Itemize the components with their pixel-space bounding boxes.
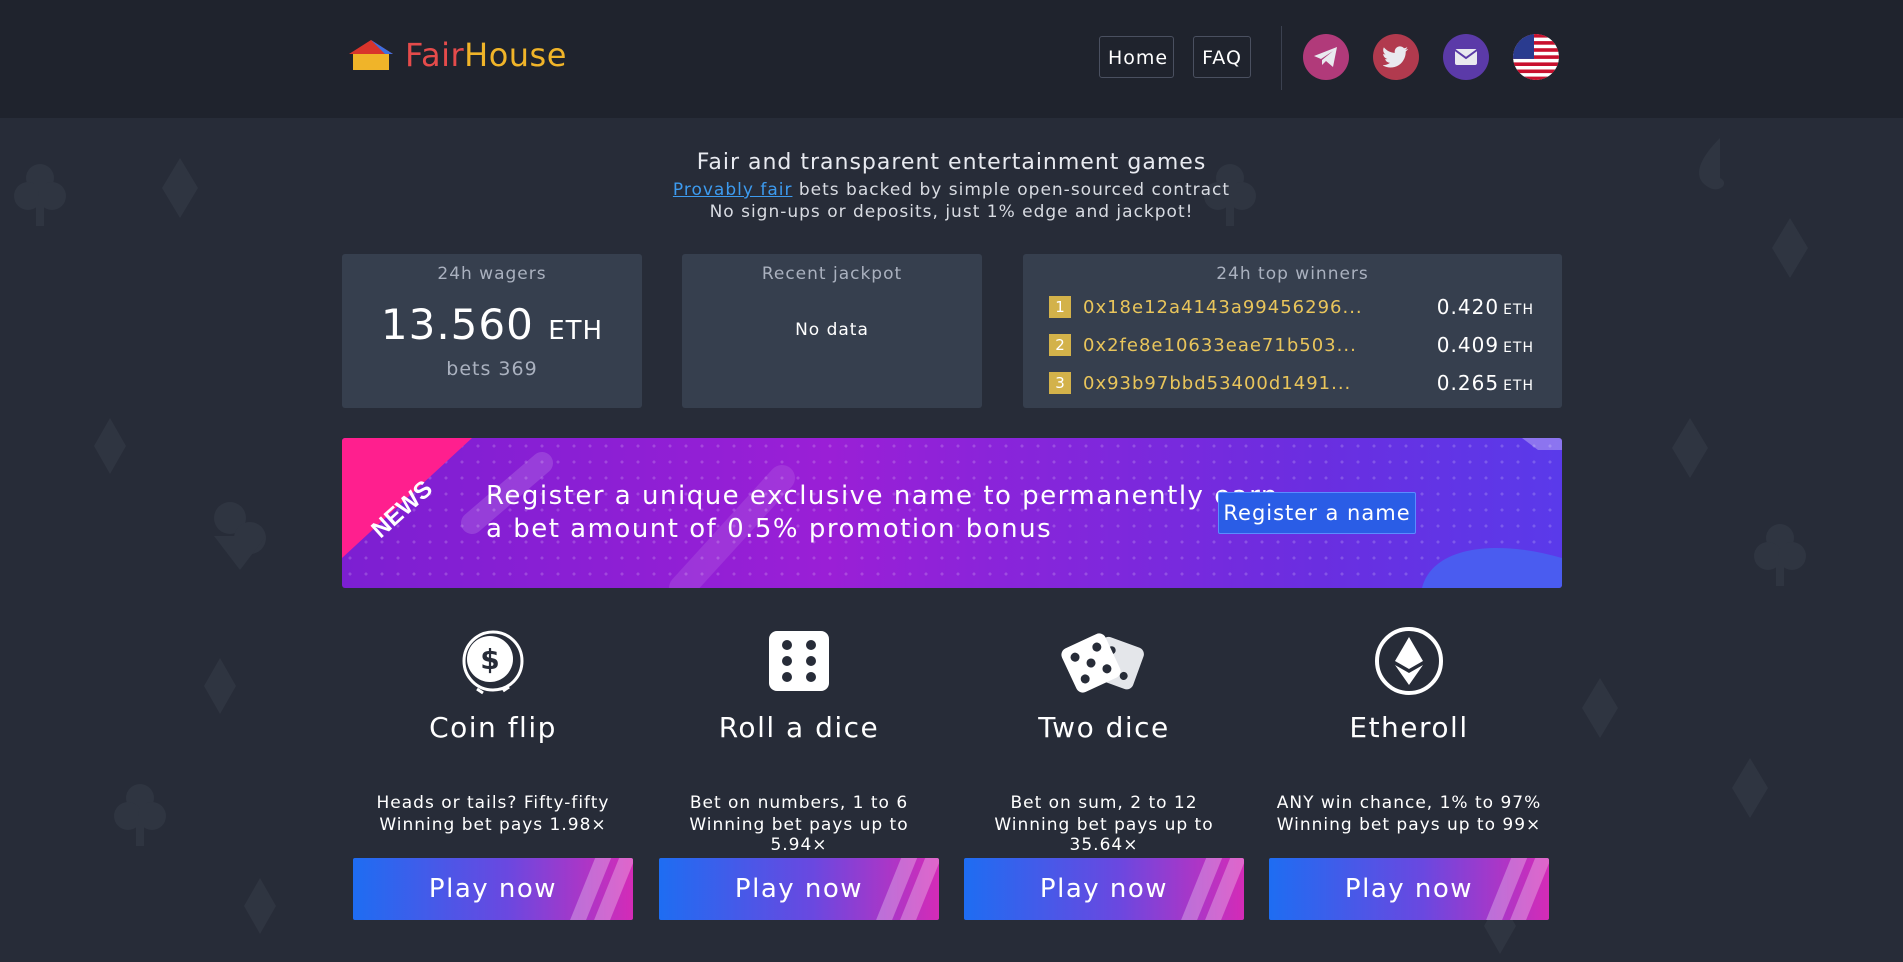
play-now-button[interactable]: Play now bbox=[1269, 858, 1549, 920]
game-description: Heads or tails? Fifty-fifty bbox=[376, 793, 610, 813]
winner-amount: 0.420 ETH bbox=[1437, 295, 1534, 319]
us-flag-icon bbox=[1513, 34, 1559, 80]
telegram-button[interactable] bbox=[1303, 34, 1349, 80]
hero-tagline: No sign-ups or deposits, just 1% edge an… bbox=[709, 202, 1194, 222]
winner-amount-unit: ETH bbox=[1503, 302, 1534, 318]
wagers-unit: ETH bbox=[548, 316, 604, 346]
coin-flip-icon: $ bbox=[462, 630, 524, 695]
winner-rank: 1 bbox=[1049, 296, 1071, 318]
email-icon bbox=[1454, 49, 1478, 65]
twitter-button[interactable] bbox=[1373, 34, 1419, 80]
house-logo-icon bbox=[349, 40, 393, 70]
news-message: Register a unique exclusive name to perm… bbox=[486, 480, 1279, 546]
game-description: Bet on sum, 2 to 12 bbox=[1010, 793, 1198, 813]
game-title: Two dice bbox=[1038, 711, 1170, 744]
play-now-label: Play now bbox=[734, 874, 864, 904]
play-now-button[interactable]: Play now bbox=[353, 858, 633, 920]
play-now-button[interactable]: Play now bbox=[659, 858, 939, 920]
game-coin-flip: $ Coin flip Heads or tails? Fifty-fifty … bbox=[353, 625, 633, 920]
play-now-button[interactable]: Play now bbox=[964, 858, 1244, 920]
news-banner: NEWS Register a unique exclusive name to… bbox=[342, 438, 1562, 588]
jackpot-card: Recent jackpot No data bbox=[682, 254, 982, 408]
twitter-icon bbox=[1383, 46, 1409, 68]
telegram-icon bbox=[1314, 47, 1337, 67]
dice-icon bbox=[769, 631, 829, 691]
nav-divider bbox=[1281, 26, 1282, 90]
game-description: ANY win chance, 1% to 97% bbox=[1276, 793, 1542, 813]
ethereum-icon bbox=[1375, 627, 1443, 695]
game-payout: Winning bet pays up to 5.94× bbox=[689, 815, 909, 855]
winner-amount-unit: ETH bbox=[1503, 378, 1534, 394]
hero-subtitle: Provably fair bets backed by simple open… bbox=[0, 180, 1903, 200]
svg-text:$: $ bbox=[480, 643, 499, 676]
winner-address[interactable]: 0x2fe8e10633eae71b503... bbox=[1083, 335, 1433, 356]
game-payout: Winning bet pays 1.98× bbox=[379, 815, 607, 835]
brand-name: FairHouse bbox=[405, 36, 567, 74]
email-button[interactable] bbox=[1443, 34, 1489, 80]
register-name-button[interactable]: Register a name bbox=[1218, 492, 1416, 534]
top-header: FairHouse Home FAQ bbox=[0, 0, 1903, 118]
winner-amount-value: 0.409 bbox=[1436, 333, 1500, 357]
provably-fair-link[interactable]: Provably fair bbox=[673, 180, 793, 200]
brand-name-fair: Fair bbox=[405, 36, 465, 74]
hero-subtitle-text: bets backed by simple open-sourced contr… bbox=[792, 180, 1231, 200]
two-dice-icon bbox=[1061, 633, 1144, 693]
winner-amount: 0.409 ETH bbox=[1437, 333, 1534, 357]
jackpot-label: Recent jackpot bbox=[761, 264, 903, 284]
top-winners-card: 24h top winners 1 0x18e12a4143a99456296.… bbox=[1023, 254, 1562, 408]
game-description: Bet on numbers, 1 to 6 bbox=[689, 793, 909, 813]
brand-logo[interactable]: FairHouse bbox=[347, 36, 567, 74]
nav-faq-button[interactable]: FAQ bbox=[1193, 36, 1251, 78]
play-now-label: Play now bbox=[428, 874, 558, 904]
winner-amount: 0.265 ETH bbox=[1437, 371, 1534, 395]
play-now-label: Play now bbox=[1039, 874, 1169, 904]
game-payout: Winning bet pays up to 99× bbox=[1276, 815, 1542, 835]
winner-amount-unit: ETH bbox=[1503, 340, 1534, 356]
top-winners-label: 24h top winners bbox=[1216, 264, 1369, 284]
game-title: Etheroll bbox=[1349, 711, 1469, 744]
winner-address[interactable]: 0x18e12a4143a99456296... bbox=[1083, 297, 1433, 318]
winner-amount-value: 0.420 bbox=[1436, 295, 1500, 319]
winner-row: 2 0x2fe8e10633eae71b503... 0.409 ETH bbox=[1049, 330, 1562, 360]
winner-amount-value: 0.265 bbox=[1436, 371, 1500, 395]
wagers-card: 24h wagers 13.560 ETH bets 369 bbox=[342, 254, 642, 408]
game-etheroll: Etheroll ANY win chance, 1% to 97% Winni… bbox=[1269, 625, 1549, 920]
winner-address[interactable]: 0x93b97bbd53400d1491... bbox=[1083, 373, 1433, 394]
wagers-amount: 13.560 bbox=[380, 300, 534, 349]
game-payout: Winning bet pays up to 35.64× bbox=[994, 815, 1214, 855]
game-two-dice: Two dice Bet on sum, 2 to 12 Winning bet… bbox=[964, 625, 1244, 920]
game-roll-dice: Roll a dice Bet on numbers, 1 to 6 Winni… bbox=[659, 625, 939, 920]
bets-count: bets 369 bbox=[446, 358, 538, 380]
jackpot-value: No data bbox=[795, 320, 869, 340]
wagers-value: 13.560 ETH bbox=[342, 300, 642, 349]
wagers-label: 24h wagers bbox=[437, 264, 547, 284]
winner-row: 3 0x93b97bbd53400d1491... 0.265 ETH bbox=[1049, 368, 1562, 398]
game-title: Coin flip bbox=[429, 711, 557, 744]
news-line-1: Register a unique exclusive name to perm… bbox=[486, 481, 1279, 511]
hero-title: Fair and transparent entertainment games bbox=[696, 150, 1207, 175]
game-title: Roll a dice bbox=[718, 711, 880, 744]
winner-rank: 3 bbox=[1049, 372, 1071, 394]
language-selector[interactable] bbox=[1513, 34, 1559, 80]
news-line-2: a bet amount of 0.5% promotion bonus bbox=[486, 514, 1053, 544]
play-now-label: Play now bbox=[1344, 874, 1474, 904]
winner-rank: 2 bbox=[1049, 334, 1071, 356]
nav-home-button[interactable]: Home bbox=[1099, 36, 1174, 78]
brand-name-house: House bbox=[464, 36, 567, 74]
winner-row: 1 0x18e12a4143a99456296... 0.420 ETH bbox=[1049, 292, 1562, 322]
